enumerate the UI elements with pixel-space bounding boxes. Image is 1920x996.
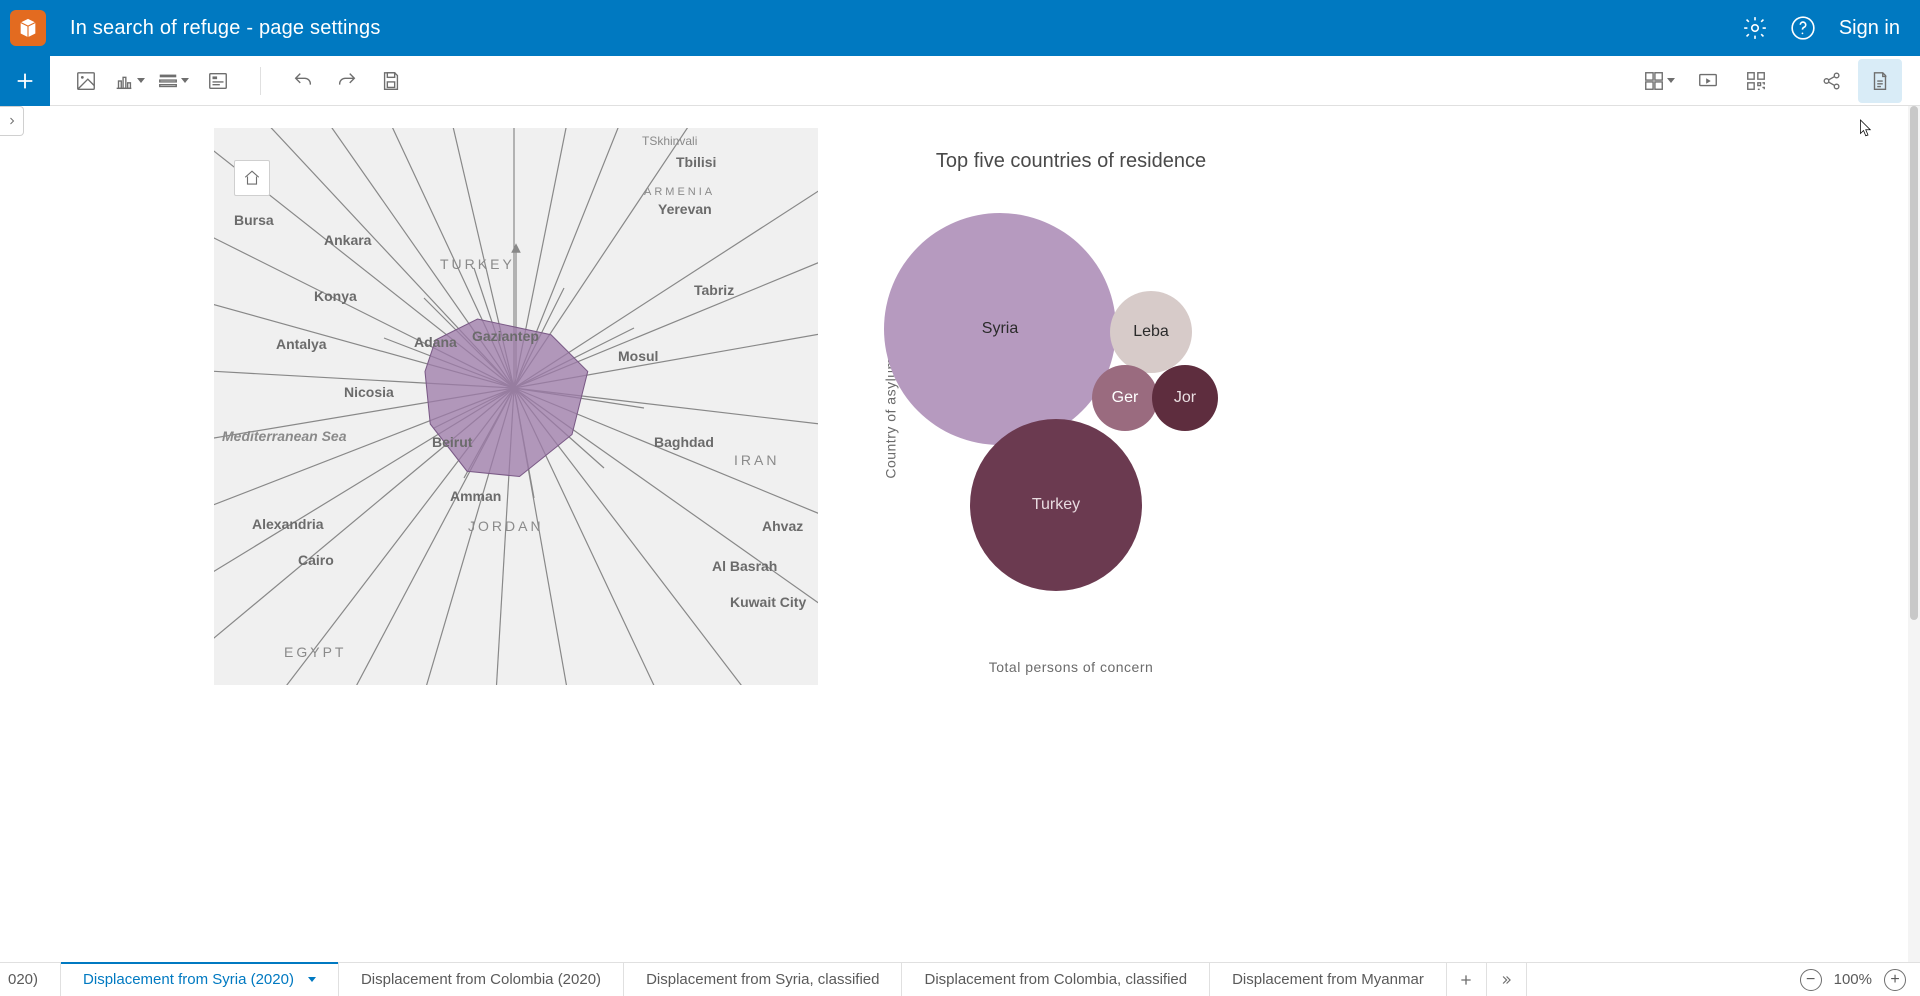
map-label: Yerevan (658, 201, 712, 217)
bubble-lebanon[interactable]: Leba (1110, 291, 1192, 373)
map-label: Beirut (432, 434, 472, 450)
bubble-canvas: Country of asylum Syria Leba Ger Jor Tur… (856, 183, 1286, 653)
syria-shape (404, 298, 614, 508)
tab-colombia-2020[interactable]: Displacement from Colombia (2020) (339, 963, 624, 996)
bubble-germany[interactable]: Ger (1092, 365, 1158, 431)
save-button[interactable] (369, 59, 413, 103)
map-label: Tbilisi (676, 154, 716, 170)
map-label: Antalya (276, 336, 327, 352)
toolbar (0, 56, 1920, 106)
sign-in-link[interactable]: Sign in (1839, 17, 1900, 40)
map-label: Alexandria (252, 516, 324, 532)
chart-widget-button[interactable] (108, 59, 152, 103)
table-widget-button[interactable] (152, 59, 196, 103)
chevron-down-icon (1667, 78, 1677, 83)
map-label: Ankara (324, 232, 371, 248)
map-label: Mediterranean Sea (222, 428, 347, 444)
help-button[interactable] (1783, 8, 1823, 48)
share-button[interactable] (1810, 59, 1854, 103)
map-home-button[interactable] (234, 160, 270, 196)
flow-lines (214, 128, 818, 685)
tab-syria-classified[interactable]: Displacement from Syria, classified (624, 963, 902, 996)
map-label: Nicosia (344, 384, 394, 400)
scrollbar-thumb[interactable] (1910, 106, 1918, 620)
map-label: Gaziantep (472, 328, 539, 344)
map-label: Ahvaz (762, 518, 803, 534)
tab-syria-2020[interactable]: Displacement from Syria (2020) (61, 963, 339, 996)
qr-button[interactable] (1734, 59, 1778, 103)
map-label: EGYPT (284, 644, 346, 660)
toolbar-separator (260, 67, 261, 95)
page-title: In search of refuge - page settings (70, 17, 381, 40)
map-widget-button[interactable] (64, 59, 108, 103)
map-card[interactable]: TSkhinvali Tbilisi ARMENIA Yerevan Bursa… (214, 128, 818, 685)
zoom-out-button[interactable]: − (1800, 969, 1822, 991)
map-label: Baghdad (654, 434, 714, 450)
page-tabs: 020) Displacement from Syria (2020) Disp… (0, 962, 1920, 996)
settings-button[interactable] (1735, 8, 1775, 48)
layout-button[interactable] (1638, 59, 1682, 103)
map-label: TSkhinvali (642, 134, 697, 148)
vertical-scrollbar[interactable] (1908, 106, 1920, 962)
tab-colombia-classified[interactable]: Displacement from Colombia, classified (902, 963, 1210, 996)
add-page-button[interactable] (1447, 963, 1487, 996)
undo-button[interactable] (281, 59, 325, 103)
indicator-widget-button[interactable] (196, 59, 240, 103)
tab-myanmar[interactable]: Displacement from Myanmar (1210, 963, 1447, 996)
zoom-in-button[interactable]: + (1884, 969, 1906, 991)
map-label: ARMENIA (644, 186, 715, 198)
map-label: Konya (314, 288, 357, 304)
chevron-down-icon (308, 977, 316, 982)
map-label: Amman (450, 488, 501, 504)
zoom-level: 100% (1834, 971, 1872, 988)
chevron-down-icon (137, 78, 147, 83)
chevron-down-icon (181, 78, 191, 83)
add-button[interactable] (0, 56, 50, 106)
app-header: In search of refuge - page settings Sign… (0, 0, 1920, 56)
chart-title: Top five countries of residence (856, 150, 1286, 173)
bubble-syria[interactable]: Syria (884, 213, 1116, 445)
map-label: Al Basrah (712, 558, 777, 574)
app-logo (10, 10, 46, 46)
bubble-chart-card[interactable]: Top five countries of residence Country … (856, 150, 1286, 710)
map-label: Mosul (618, 348, 658, 364)
tab-prev-partial[interactable]: 020) (0, 963, 61, 996)
page-settings-button[interactable] (1858, 59, 1902, 103)
map-label: Tabriz (694, 282, 734, 298)
map-label: TURKEY (440, 256, 515, 272)
map-label: Cairo (298, 552, 334, 568)
expand-panel-button[interactable] (0, 106, 24, 136)
page-canvas: TSkhinvali Tbilisi ARMENIA Yerevan Bursa… (0, 106, 1908, 962)
tabs-scroll-right-button[interactable] (1487, 963, 1527, 996)
x-axis-label: Total persons of concern (856, 659, 1286, 675)
map-label: Bursa (234, 212, 274, 228)
map-label: Adana (414, 334, 457, 350)
zoom-controls: − 100% + (1786, 963, 1920, 996)
map-label: JORDAN (468, 518, 544, 534)
map-label: IRAN (734, 452, 779, 468)
map-label: Kuwait City (730, 594, 806, 610)
bubble-turkey[interactable]: Turkey (970, 419, 1142, 591)
bubble-jordan[interactable]: Jor (1152, 365, 1218, 431)
redo-button[interactable] (325, 59, 369, 103)
presentation-button[interactable] (1686, 59, 1730, 103)
